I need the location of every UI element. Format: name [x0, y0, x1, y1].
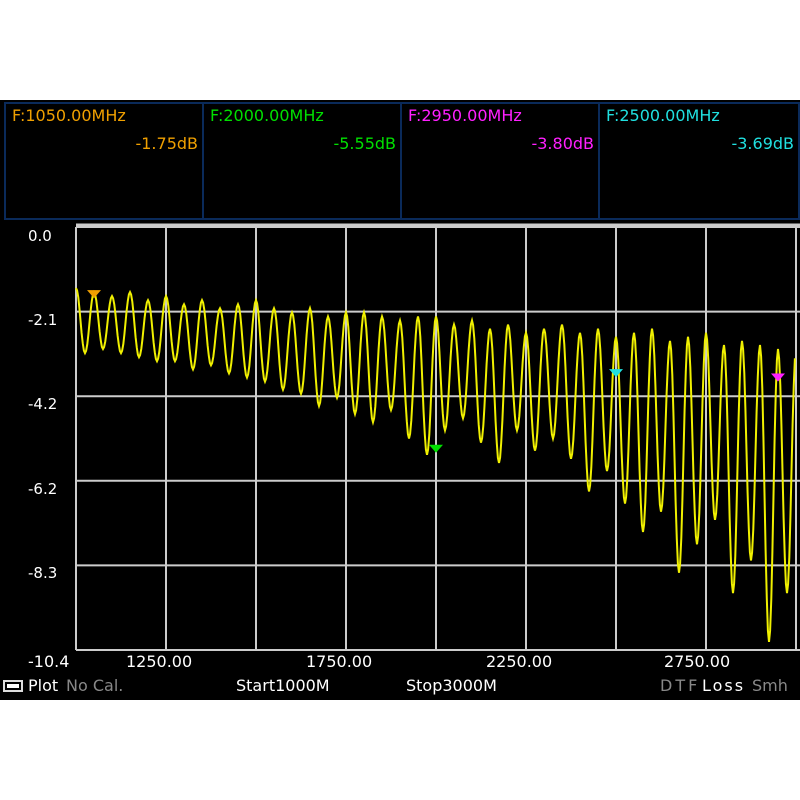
y-tick: -8.3: [28, 564, 58, 582]
y-tick: 0.0: [28, 227, 52, 245]
analyzer-screen: F:1050.00MHz -1.75dB F:2000.00MHz -5.55d…: [0, 100, 800, 700]
start-freq[interactable]: Start1000M: [236, 676, 330, 695]
y-tick: -6.2: [28, 480, 58, 498]
x-tick: 2250.00: [486, 652, 553, 671]
cal-status: No Cal.: [66, 676, 124, 695]
y-tick: -2.1: [28, 311, 58, 329]
marker-4-icon: [609, 369, 623, 378]
y-tick: -4.2: [28, 395, 58, 413]
plot-button[interactable]: Plot: [28, 676, 58, 695]
plot-area: [75, 223, 800, 651]
x-tick: 1250.00: [126, 652, 193, 671]
x-tick: 2750.00: [664, 652, 731, 671]
marker-2-icon: [429, 444, 443, 453]
y-tick: -10.4: [28, 652, 70, 671]
stop-freq[interactable]: Stop3000M: [406, 676, 497, 695]
loss-mode[interactable]: Loss: [702, 676, 745, 695]
battery-icon: [3, 680, 23, 692]
marker-1-icon: [87, 290, 101, 299]
smith-mode[interactable]: Smh: [752, 676, 788, 695]
x-tick: 1750.00: [306, 652, 373, 671]
dtf-mode[interactable]: DTF: [660, 676, 700, 695]
marker-3-icon: [771, 373, 785, 382]
